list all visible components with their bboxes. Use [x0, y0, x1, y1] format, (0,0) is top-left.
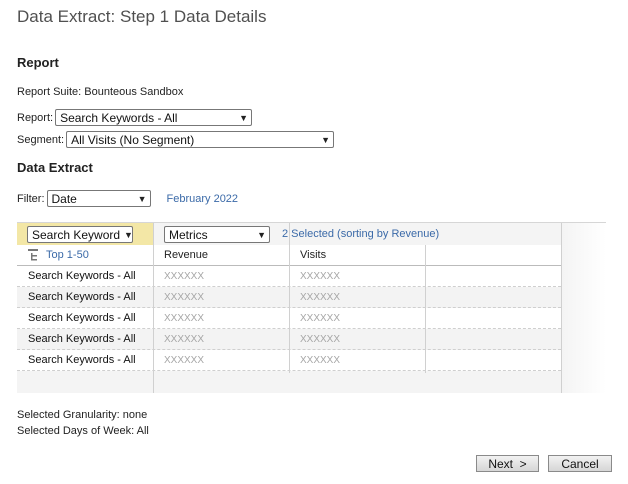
filter-select-value: Date: [51, 191, 77, 206]
row-visits: XXXXXX: [300, 313, 341, 324]
days-of-week-text: Selected Days of Week: All: [17, 425, 149, 437]
segment-select[interactable]: All Visits (No Segment) ▼: [66, 131, 335, 148]
segment-select-value: All Visits (No Segment): [71, 132, 195, 147]
chevron-down-icon: ▼: [124, 229, 133, 240]
cancel-button[interactable]: Cancel: [548, 455, 612, 472]
row-key: Search Keywords - All: [28, 270, 136, 282]
dimension-select-value: Search Keyword: [32, 227, 121, 242]
row-key: Search Keywords - All: [28, 312, 136, 324]
report-heading: Report: [17, 55, 59, 70]
row-visits: XXXXXX: [300, 271, 341, 282]
row-visits: XXXXXX: [300, 334, 341, 345]
metrics-select-value: Metrics: [169, 227, 208, 242]
chevron-down-icon: ▼: [321, 134, 331, 145]
page-title: Data Extract: Step 1 Data Details: [17, 7, 267, 26]
selected-metrics-link[interactable]: 2 Selected (sorting by Revenue): [282, 228, 439, 240]
filter-row: Filter: Date ▼ February 2022: [17, 190, 238, 207]
chevron-down-icon: ▼: [137, 193, 147, 204]
report-label: Report:: [17, 111, 54, 124]
metrics-select[interactable]: Metrics ▼: [164, 226, 270, 243]
data-grid: Search Keyword ▼ Metrics ▼ 2 Selected (s…: [17, 222, 606, 393]
next-button[interactable]: Next >: [476, 455, 539, 472]
top-range-link[interactable]: Top 1-50: [46, 249, 89, 261]
row-key: Search Keywords - All: [28, 291, 136, 303]
row-visits: XXXXXX: [300, 292, 341, 303]
report-select-value: Search Keywords - All: [60, 110, 178, 125]
data-extract-heading: Data Extract: [17, 160, 93, 175]
row-key: Search Keywords - All: [28, 333, 136, 345]
chevron-down-icon: ▼: [257, 229, 266, 240]
granularity-text: Selected Granularity: none: [17, 409, 148, 421]
segment-row: Segment: All Visits (No Segment) ▼: [17, 131, 335, 148]
column-divider: [289, 223, 290, 373]
filter-label: Filter:: [17, 192, 45, 205]
row-revenue: XXXXXX: [164, 355, 205, 366]
chevron-down-icon: ▼: [239, 112, 249, 123]
row-key: Search Keywords - All: [28, 354, 136, 366]
row-revenue: XXXXXX: [164, 292, 205, 303]
column-divider: [153, 223, 154, 393]
hierarchy-icon: [27, 248, 43, 262]
date-range-link[interactable]: February 2022: [167, 193, 239, 205]
report-row: Report: Search Keywords - All ▼: [17, 109, 253, 126]
row-visits: XXXXXX: [300, 355, 341, 366]
row-revenue: XXXXXX: [164, 271, 205, 282]
filter-select[interactable]: Date ▼: [46, 190, 151, 207]
row-revenue: XXXXXX: [164, 313, 205, 324]
column-header-visits[interactable]: Visits: [300, 249, 326, 261]
report-suite-label: Report Suite: Bounteous Sandbox: [17, 86, 184, 98]
dimension-select[interactable]: Search Keyword ▼: [27, 226, 133, 243]
grid-right-fade: [562, 223, 606, 393]
segment-label: Segment:: [17, 133, 65, 146]
column-header-revenue[interactable]: Revenue: [164, 249, 208, 261]
report-select[interactable]: Search Keywords - All ▼: [55, 109, 253, 126]
column-divider: [425, 245, 426, 373]
row-revenue: XXXXXX: [164, 334, 205, 345]
